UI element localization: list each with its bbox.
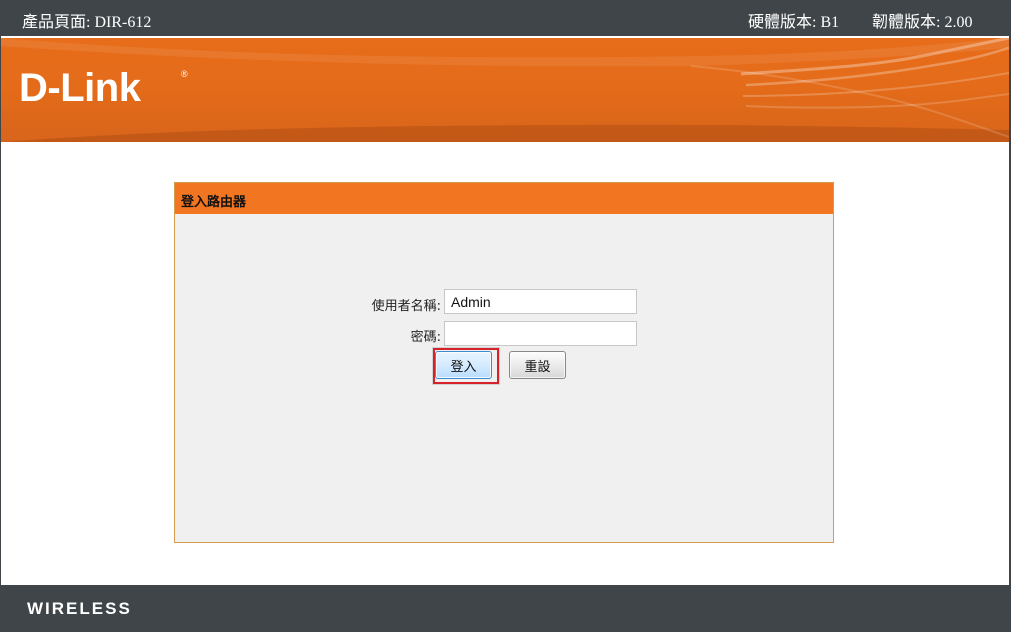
top-status-bar: 產品頁面: DIR-612 硬體版本: B1 韌體版本: 2.00 [0, 0, 1011, 36]
product-page-label: 產品頁面: DIR-612 [22, 14, 152, 31]
registered-mark: ® [181, 69, 188, 79]
username-label: 使用者名稱: [371, 299, 441, 314]
wireless-label: WIRELESS [27, 599, 132, 618]
login-panel: 登入路由器 使用者名稱: 密碼: 登入 重設 [174, 182, 834, 543]
login-panel-header: 登入路由器 [175, 183, 833, 214]
brand-banner: D-Link ® [1, 38, 1009, 142]
reset-button[interactable]: 重設 [509, 351, 566, 379]
firmware-version-label: 韌體版本: 2.00 [872, 14, 973, 31]
hardware-version-label: 硬體版本: B1 [748, 14, 840, 31]
footer-bar: WIRELESS [0, 585, 1011, 632]
login-button[interactable]: 登入 [435, 351, 492, 379]
dlink-logo: D-Link [19, 66, 141, 110]
password-label: 密碼: [410, 330, 441, 345]
banner-curves-graphic [1, 38, 1009, 142]
login-title: 登入路由器 [181, 195, 247, 210]
username-input[interactable] [444, 289, 637, 314]
password-input[interactable] [444, 321, 637, 346]
